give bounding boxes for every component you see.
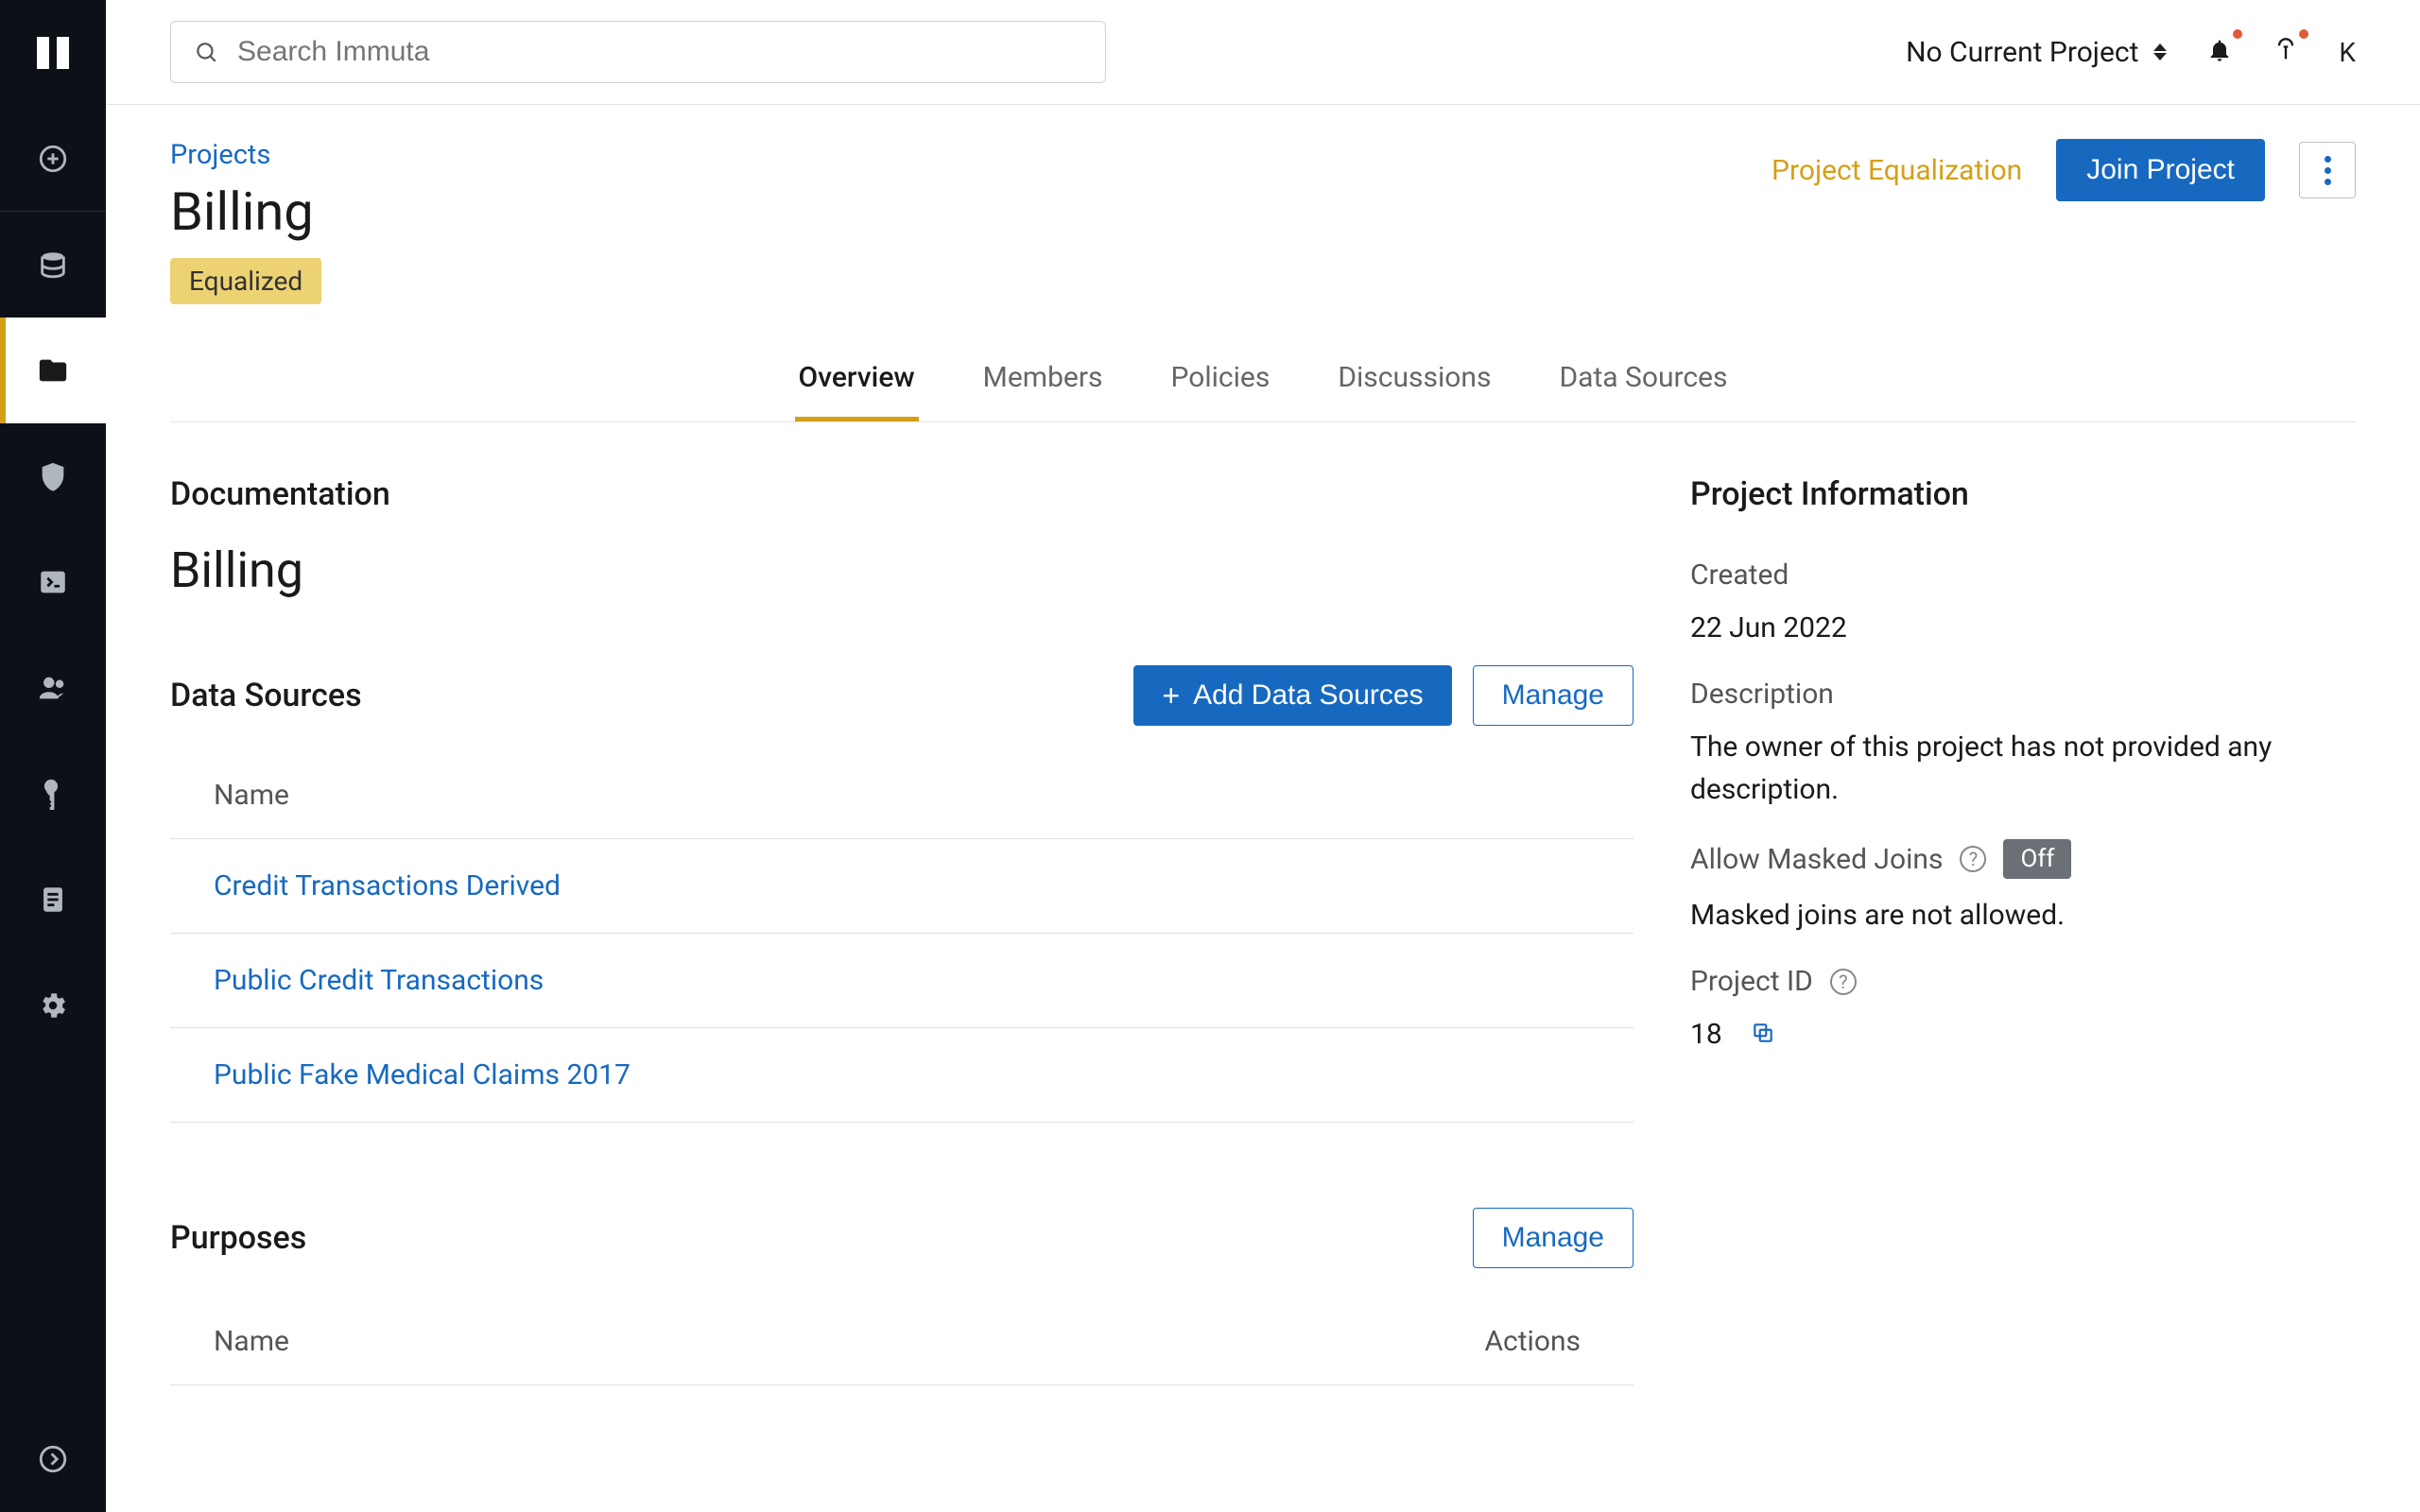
main: No Current Project K Projects Billing Eq…	[106, 0, 2420, 1512]
project-id-value: 18	[1690, 1013, 1722, 1056]
breadcrumb[interactable]: Projects	[170, 139, 270, 171]
masked-joins-label: Allow Masked Joins	[1690, 843, 1943, 876]
description-label: Description	[1690, 678, 2356, 711]
search-field[interactable]	[237, 36, 1082, 68]
tab-discussions[interactable]: Discussions	[1334, 346, 1495, 421]
manage-data-sources-button[interactable]: Manage	[1473, 665, 1634, 726]
project-info-panel: Project Information Created 22 Jun 2022 …	[1690, 475, 2356, 1385]
more-actions-button[interactable]	[2299, 142, 2356, 198]
bell-icon	[2206, 37, 2233, 63]
masked-joins-value: Masked joins are not allowed.	[1690, 894, 2356, 936]
content: Documentation Billing Data Sources + Add…	[106, 422, 2420, 1438]
sidebar-item-projects[interactable]	[0, 318, 106, 423]
sidebar	[0, 0, 106, 1512]
tab-policies[interactable]: Policies	[1167, 346, 1273, 421]
purposes-section: Purposes Manage Name Actions	[170, 1208, 1634, 1385]
help-icon[interactable]: ?	[1960, 846, 1986, 872]
tab-members[interactable]: Members	[979, 346, 1107, 421]
topbar: No Current Project K	[106, 0, 2420, 105]
purposes-col-name: Name	[214, 1325, 289, 1358]
logo[interactable]	[0, 0, 106, 106]
documentation-heading: Documentation	[170, 475, 1634, 513]
table-row: Public Fake Medical Claims 2017	[170, 1028, 1634, 1123]
tab-overview[interactable]: Overview	[795, 346, 919, 421]
created-label: Created	[1690, 558, 2356, 592]
notifications-button[interactable]	[2206, 37, 2233, 67]
data-source-link[interactable]: Public Fake Medical Claims 2017	[214, 1058, 631, 1091]
help-icon[interactable]: ?	[1830, 969, 1857, 995]
sidebar-add-button[interactable]	[0, 106, 106, 212]
table-row: Public Credit Transactions	[170, 934, 1634, 1028]
notification-dot	[2233, 29, 2242, 39]
copy-icon	[1751, 1021, 1775, 1045]
table-header-name: Name	[170, 752, 1634, 839]
table-row: Credit Transactions Derived	[170, 839, 1634, 934]
copy-button[interactable]	[1751, 1021, 1775, 1049]
sidebar-item-console[interactable]	[0, 529, 106, 635]
data-source-link[interactable]: Public Credit Transactions	[214, 964, 544, 997]
data-source-link[interactable]: Credit Transactions Derived	[214, 869, 561, 902]
masked-joins-toggle[interactable]: Off	[2003, 839, 2071, 879]
page-title: Billing	[170, 180, 321, 243]
sidebar-item-reports[interactable]	[0, 847, 106, 953]
search-input[interactable]	[170, 21, 1106, 83]
data-sources-heading: Data Sources	[170, 677, 362, 714]
dots-vertical-icon	[2325, 156, 2331, 185]
data-sources-header: Data Sources + Add Data Sources Manage	[170, 665, 1634, 726]
user-avatar[interactable]: K	[2339, 37, 2356, 68]
sidebar-item-keys[interactable]	[0, 741, 106, 847]
activity-dot	[2299, 29, 2308, 39]
sidebar-item-security[interactable]	[0, 423, 106, 529]
tab-data-sources[interactable]: Data Sources	[1555, 346, 1731, 421]
header-actions: Project Equalization Join Project	[1772, 139, 2356, 201]
join-project-button[interactable]: Join Project	[2056, 139, 2265, 201]
manage-purposes-button[interactable]: Manage	[1473, 1208, 1634, 1268]
sidebar-item-expand[interactable]	[0, 1406, 106, 1512]
sidebar-item-people[interactable]	[0, 635, 106, 741]
purposes-col-actions: Actions	[1484, 1325, 1581, 1358]
plus-icon: +	[1162, 680, 1180, 711]
created-value: 22 Jun 2022	[1690, 607, 2356, 649]
sort-icon	[2153, 43, 2167, 60]
purposes-table-header: Name Actions	[170, 1298, 1634, 1385]
sidebar-item-settings[interactable]	[0, 953, 106, 1058]
description-value: The owner of this project has not provid…	[1690, 726, 2356, 811]
add-data-sources-label: Add Data Sources	[1193, 679, 1423, 712]
topbar-right: No Current Project K	[1906, 36, 2356, 69]
tabs: Overview Members Policies Discussions Da…	[170, 346, 2356, 422]
status-badge: Equalized	[170, 258, 321, 304]
content-left: Documentation Billing Data Sources + Add…	[170, 475, 1634, 1385]
purposes-heading: Purposes	[170, 1219, 306, 1257]
project-equalization-link[interactable]: Project Equalization	[1772, 154, 2022, 187]
documentation-title: Billing	[170, 541, 1634, 599]
signal-icon	[2273, 37, 2299, 63]
search-icon	[194, 40, 218, 64]
page-header: Projects Billing Equalized Project Equal…	[106, 105, 2420, 422]
add-data-sources-button[interactable]: + Add Data Sources	[1133, 665, 1451, 726]
sidebar-item-data[interactable]	[0, 212, 106, 318]
activity-button[interactable]	[2273, 37, 2299, 67]
project-selector[interactable]: No Current Project	[1906, 36, 2167, 69]
data-sources-table: Name Credit Transactions Derived Public …	[170, 752, 1634, 1123]
project-selector-label: No Current Project	[1906, 36, 2138, 69]
project-id-label: Project ID	[1690, 965, 1813, 998]
project-info-heading: Project Information	[1690, 475, 2356, 513]
